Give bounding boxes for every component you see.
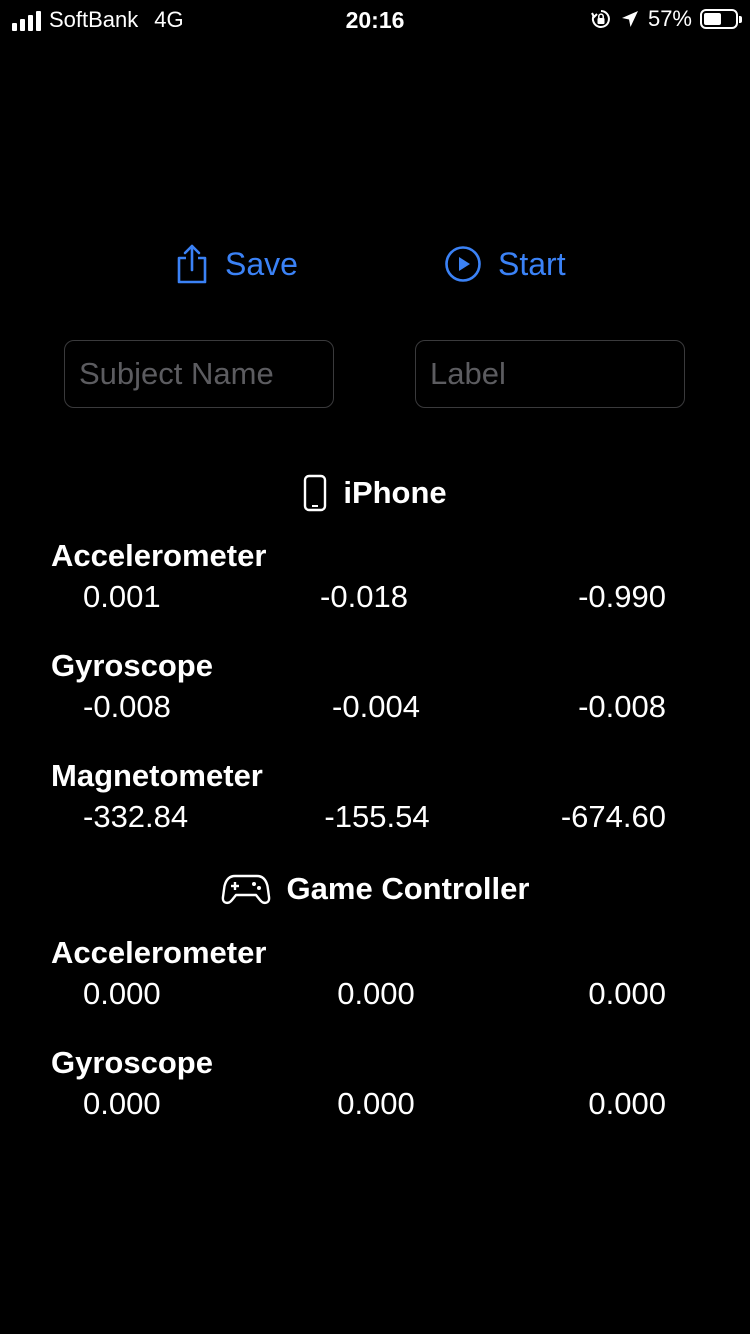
status-bar-right: 57% — [590, 6, 742, 32]
iphone-magnetometer-y: -155.54 — [324, 799, 430, 834]
start-button[interactable]: Start — [444, 240, 566, 288]
battery-percent: 57% — [647, 6, 692, 31]
iphone-magnetometer-label: Magnetometer — [51, 758, 263, 793]
play-circle-icon — [445, 246, 481, 282]
controller-gyroscope-label: Gyroscope — [51, 1045, 213, 1080]
battery-icon — [700, 9, 742, 29]
controller-gyroscope-y: 0.000 — [337, 1086, 415, 1121]
subject-name-field[interactable] — [64, 340, 334, 408]
game-controller-icon — [221, 874, 270, 905]
save-label: Save — [225, 245, 298, 282]
iphone-accelerometer-z: -0.990 — [578, 579, 666, 614]
location-arrow-icon — [621, 11, 638, 27]
iphone-gyroscope-x: -0.008 — [83, 689, 171, 724]
iphone-icon — [304, 474, 327, 512]
start-label: Start — [498, 245, 566, 282]
controller-section-title: Game Controller — [286, 871, 530, 906]
iphone-section-header: iPhone — [0, 474, 750, 512]
label-field[interactable] — [415, 340, 685, 408]
iphone-gyroscope-z: -0.008 — [578, 689, 666, 724]
controller-accelerometer-z: 0.000 — [588, 976, 666, 1011]
iphone-accelerometer-y: -0.018 — [320, 579, 408, 614]
controller-accelerometer-y: 0.000 — [337, 976, 415, 1011]
controller-accelerometer-x: 0.000 — [83, 976, 161, 1011]
orientation-lock-icon — [591, 10, 610, 28]
controller-gyroscope-z: 0.000 — [588, 1086, 666, 1121]
iphone-section-title: iPhone — [343, 475, 447, 510]
battery-level — [704, 13, 721, 25]
status-bar: SoftBank 4G 20:16 57% — [0, 0, 750, 40]
iphone-gyroscope-y: -0.004 — [332, 689, 420, 724]
controller-section-header: Game Controller — [0, 871, 750, 907]
iphone-magnetometer-x: -332.84 — [83, 799, 189, 834]
iphone-accelerometer-label: Accelerometer — [51, 538, 267, 573]
share-icon — [177, 244, 207, 284]
iphone-accelerometer-x: 0.001 — [83, 579, 161, 614]
controller-gyroscope-x: 0.000 — [83, 1086, 161, 1121]
iphone-gyroscope-label: Gyroscope — [51, 648, 213, 683]
save-button[interactable]: Save — [175, 240, 298, 288]
iphone-magnetometer-z: -674.60 — [560, 799, 666, 834]
controller-accelerometer-label: Accelerometer — [51, 935, 267, 970]
